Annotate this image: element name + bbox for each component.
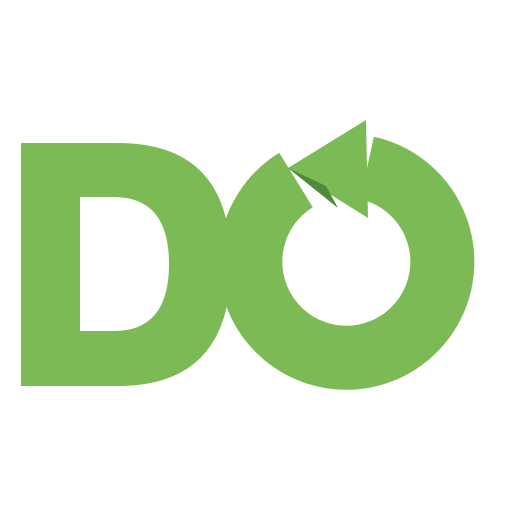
logo-canvas <box>0 0 512 512</box>
do-logo <box>21 120 475 390</box>
letter-d <box>21 143 231 386</box>
refresh-arrow-icon <box>218 120 475 390</box>
